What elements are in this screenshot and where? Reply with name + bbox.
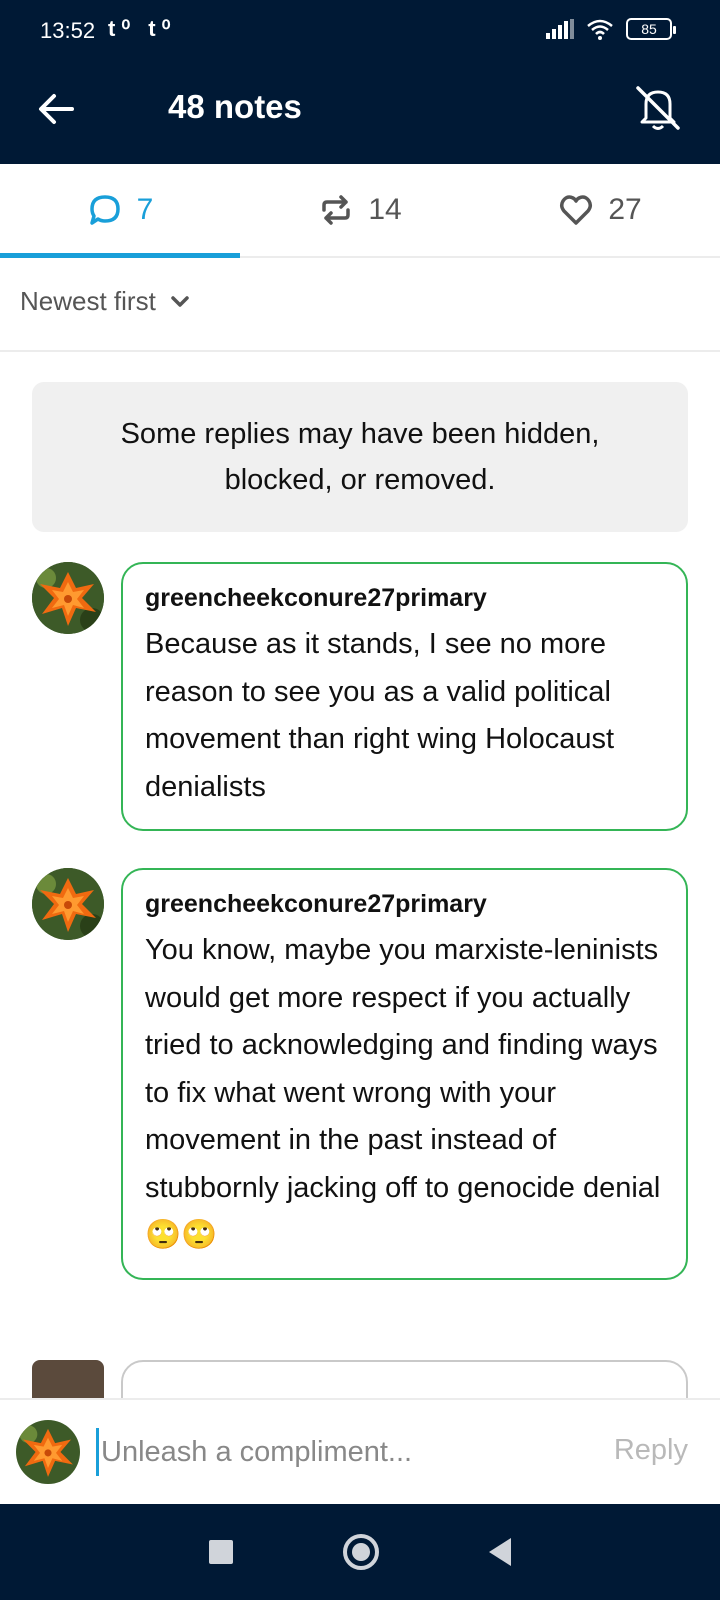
flower-avatar-icon [32,868,104,940]
avatar[interactable] [32,868,104,940]
tab-reblogs[interactable]: 14 [240,164,480,256]
heart-icon [560,195,593,225]
reply-bubble: greencheekconure27primary You know, mayb… [121,868,688,1280]
battery-icon: 85 [626,18,676,40]
flower-avatar-icon [32,562,104,634]
reply-text: You know, maybe you marxiste-leninists w… [145,934,661,1251]
notification-icons: t⁰ t⁰ [108,16,177,41]
page-title: 48 notes [168,88,302,125]
divider [0,350,720,352]
reply-bar: Reply [0,1398,720,1504]
reply-input[interactable] [96,1428,566,1476]
reply-icon [89,195,120,225]
hidden-replies-notice: Some replies may have been hidden, block… [32,382,688,532]
system-nav-bar [0,1504,720,1600]
tab-replies[interactable]: 7 [0,164,240,258]
notice-text: Some replies may have been hidden, block… [120,418,600,496]
reply-bubble [121,1360,688,1398]
back-arrow-icon[interactable] [34,87,78,131]
header: 48 notes [0,54,720,164]
reply-username[interactable]: greencheekconure27primary [145,890,664,919]
reply-item-partial [32,1360,688,1398]
avatar[interactable] [32,562,104,634]
signal-icon [546,19,574,39]
reply-username[interactable]: greencheekconure27primary [145,584,664,613]
my-avatar [16,1420,80,1484]
chevron-down-icon [171,295,189,307]
notes-tabs: 7 14 27 [0,164,720,258]
likes-count: 27 [608,193,642,226]
wifi-icon [587,19,613,40]
reply-button[interactable]: Reply [614,1434,688,1467]
status-right: 85 [546,18,676,40]
recents-icon[interactable] [209,1540,233,1564]
replies-count: 7 [136,193,154,226]
status-time: 13:52 [40,18,96,43]
battery-level: 85 [641,21,657,37]
bell-off-icon[interactable] [632,82,684,134]
flower-avatar-icon [16,1420,80,1484]
reply-bubble: greencheekconure27primary Because as it … [121,562,688,831]
avatar[interactable] [32,1360,104,1398]
sort-dropdown[interactable]: Newest first [20,286,190,317]
home-icon[interactable] [343,1534,379,1570]
reply-text: Because as it stands, I see no more reas… [145,628,615,803]
status-bar: 13:52 t⁰ t⁰ 85 [0,0,720,54]
reblog-icon [322,195,351,225]
back-icon[interactable] [489,1538,511,1566]
reblogs-count: 14 [368,193,402,226]
tab-likes[interactable]: 27 [480,164,720,256]
sort-label: Newest first [20,286,156,316]
